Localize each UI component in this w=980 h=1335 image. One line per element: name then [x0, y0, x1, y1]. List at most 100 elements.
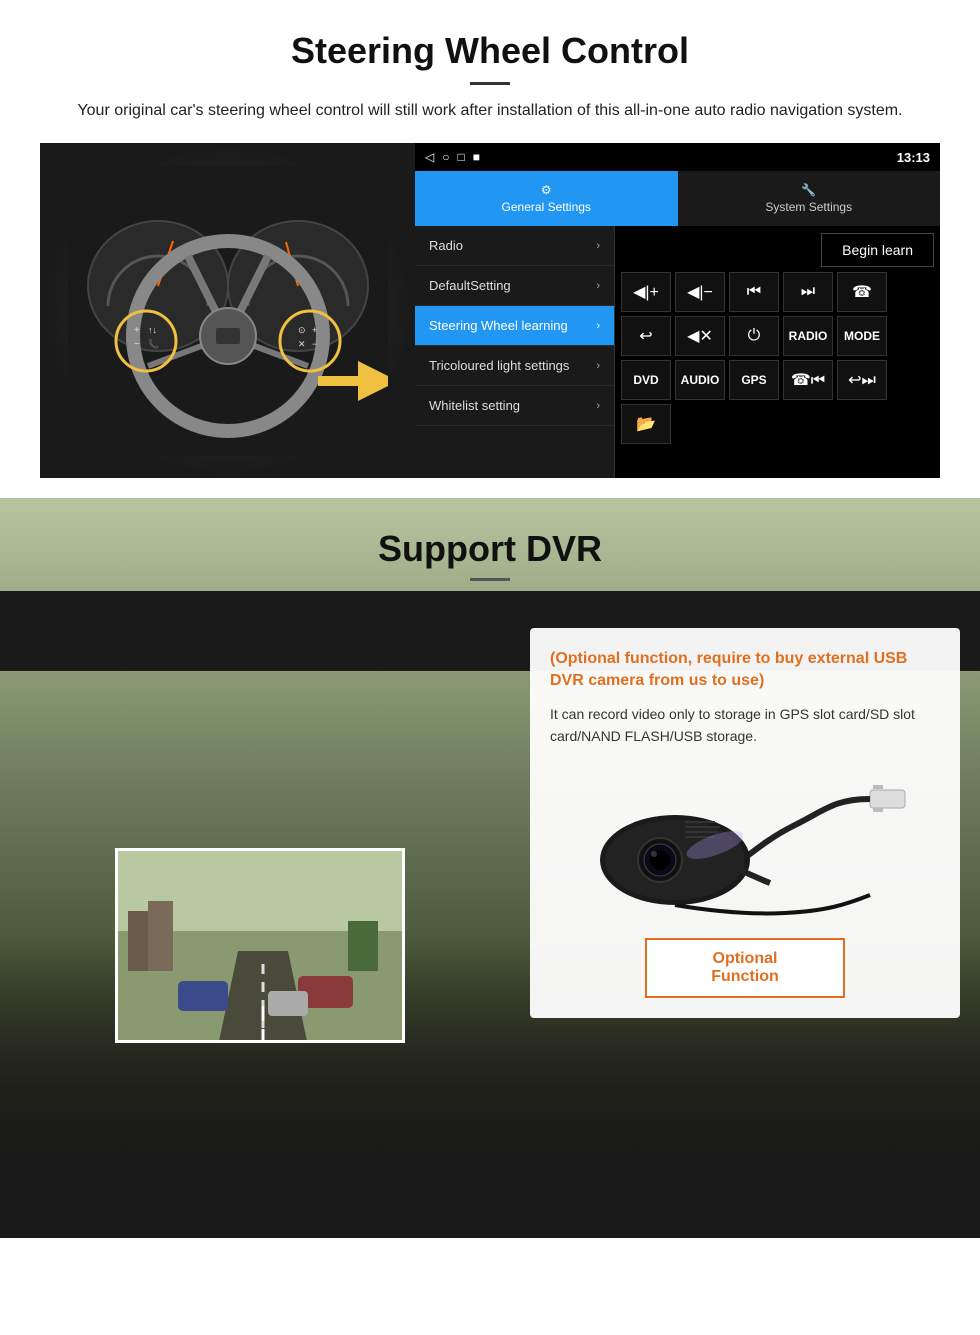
svg-text:⊙: ⊙	[298, 325, 306, 335]
dvr-title-area: Support DVR	[0, 498, 980, 591]
phone-button[interactable]: ☎	[837, 272, 887, 312]
file-icon: 📂	[636, 414, 656, 434]
dvr-thumbnail	[115, 848, 405, 1043]
page-title: Steering Wheel Control	[40, 30, 940, 72]
vol-up-label: ◀|+	[633, 282, 659, 302]
next-icon: ⏭	[801, 283, 815, 301]
back-arrow-icon: ↩	[639, 326, 652, 346]
tab-general[interactable]: ⚙ General Settings	[415, 171, 678, 226]
chevron-icon: ›	[596, 240, 600, 252]
file-button[interactable]: 📂	[621, 404, 671, 444]
svg-text:+: +	[312, 325, 317, 335]
menu-list: Radio › DefaultSetting › Steering Wheel …	[415, 226, 615, 478]
mode-button[interactable]: MODE	[837, 316, 887, 356]
prev-button[interactable]: ⏮	[729, 272, 779, 312]
home-icon: ○	[442, 150, 449, 164]
android-content: Radio › DefaultSetting › Steering Wheel …	[415, 226, 940, 478]
android-status-bar: ◁ ○ □ ■ 13:13	[415, 143, 940, 171]
steering-section: Steering Wheel Control Your original car…	[0, 0, 980, 498]
gear-icon: ⚙	[541, 183, 552, 197]
steering-photo-bg: + − ↑↓ 📞 ⊙ + ✕ −	[40, 143, 415, 478]
menu-tricoloured-label: Tricoloured light settings	[429, 358, 569, 373]
optional-function-button[interactable]: Optional Function	[645, 938, 845, 998]
tel-prev-button[interactable]: ☎⏮	[783, 360, 833, 400]
tel-next-button[interactable]: ↩⏭	[837, 360, 887, 400]
chevron-icon-3: ›	[596, 320, 600, 332]
steering-wheel-svg: + − ↑↓ 📞 ⊙ + ✕ −	[68, 166, 388, 456]
dvr-thumbnail-inner	[118, 851, 402, 1040]
mute-button[interactable]: ◀✕	[675, 316, 725, 356]
chevron-icon-5: ›	[596, 400, 600, 412]
recents-icon: □	[457, 150, 464, 164]
menu-item-defaultsetting[interactable]: DefaultSetting ›	[415, 266, 614, 306]
audio-label: AUDIO	[681, 373, 720, 387]
menu-default-label: DefaultSetting	[429, 278, 511, 293]
status-time: 13:13	[897, 150, 930, 165]
menu-steering-label: Steering Wheel learning	[429, 318, 568, 333]
control-row-2: ↩ ◀✕ ⏻ RADIO MODE	[621, 316, 934, 356]
svg-text:−: −	[134, 339, 140, 350]
dvr-camera-image	[550, 763, 940, 923]
svg-text:✕: ✕	[298, 339, 306, 349]
status-icons: ◁ ○ □ ■	[425, 150, 480, 164]
svg-text:−: −	[312, 339, 317, 349]
android-tabs[interactable]: ⚙ General Settings 🔧 System Settings	[415, 171, 940, 226]
power-button[interactable]: ⏻	[729, 316, 779, 356]
tab-general-label: General Settings	[502, 200, 591, 214]
steering-subtitle: Your original car's steering wheel contr…	[60, 99, 920, 123]
menu-whitelist-label: Whitelist setting	[429, 398, 520, 413]
menu-radio-label: Radio	[429, 238, 463, 253]
dvd-button[interactable]: DVD	[621, 360, 671, 400]
begin-learn-area: Begin learn	[621, 232, 934, 268]
radio-label: RADIO	[789, 329, 828, 343]
back-button[interactable]: ↩	[621, 316, 671, 356]
tab-system[interactable]: 🔧 System Settings	[678, 171, 941, 226]
dvr-info-card: (Optional function, require to buy exter…	[530, 628, 960, 1018]
control-row-3: DVD AUDIO GPS ☎⏮ ↩⏭	[621, 360, 934, 400]
vol-down-button[interactable]: ◀|−	[675, 272, 725, 312]
chevron-icon-2: ›	[596, 280, 600, 292]
tab-system-label: System Settings	[765, 200, 852, 214]
dvr-title: Support DVR	[0, 528, 980, 570]
control-panel: Begin learn ◀|+ ◀|− ⏮	[615, 226, 940, 478]
svg-text:+: +	[134, 325, 140, 336]
dvr-title-divider	[470, 578, 510, 581]
steering-demo: + − ↑↓ 📞 ⊙ + ✕ −	[40, 143, 940, 478]
dvr-description: It can record video only to storage in G…	[550, 703, 940, 748]
radio-button[interactable]: RADIO	[783, 316, 833, 356]
gps-label: GPS	[741, 373, 766, 387]
mute-icon: ◀✕	[687, 326, 713, 346]
tel-prev-icon: ☎⏮	[791, 370, 825, 390]
menu-item-tricoloured[interactable]: Tricoloured light settings ›	[415, 346, 614, 386]
dvr-camera-svg	[575, 765, 915, 920]
dvd-label: DVD	[633, 373, 658, 387]
gps-button[interactable]: GPS	[729, 360, 779, 400]
control-row-4: 📂	[621, 404, 934, 444]
android-panel: ◁ ○ □ ■ 13:13 ⚙ General Settings 🔧 Syste…	[415, 143, 940, 478]
dvr-section: Support DVR	[0, 498, 980, 1238]
back-icon: ◁	[425, 150, 434, 164]
tel-next-icon: ↩⏭	[848, 370, 876, 390]
dvr-thumb-svg	[118, 851, 405, 1043]
system-icon: 🔧	[801, 183, 816, 197]
title-divider	[470, 82, 510, 85]
vol-up-button[interactable]: ◀|+	[621, 272, 671, 312]
power-icon: ⏻	[748, 327, 761, 345]
svg-text:↑↓: ↑↓	[148, 325, 157, 335]
steering-photo: + − ↑↓ 📞 ⊙ + ✕ −	[40, 143, 415, 478]
chevron-icon-4: ›	[596, 360, 600, 372]
menu-item-radio[interactable]: Radio ›	[415, 226, 614, 266]
begin-learn-button[interactable]: Begin learn	[821, 233, 934, 267]
svg-text:📞: 📞	[148, 338, 160, 349]
mode-label: MODE	[844, 329, 880, 343]
vol-down-label: ◀|−	[687, 282, 713, 302]
menu-item-steering[interactable]: Steering Wheel learning ›	[415, 306, 614, 346]
dvr-optional-title: (Optional function, require to buy exter…	[550, 648, 940, 693]
phone-icon: ☎	[852, 282, 872, 302]
prev-icon: ⏮	[747, 283, 761, 301]
audio-button[interactable]: AUDIO	[675, 360, 725, 400]
control-row-1: ◀|+ ◀|− ⏮ ⏭ ☎	[621, 272, 934, 312]
next-button[interactable]: ⏭	[783, 272, 833, 312]
app-icon: ■	[473, 150, 480, 164]
menu-item-whitelist[interactable]: Whitelist setting ›	[415, 386, 614, 426]
